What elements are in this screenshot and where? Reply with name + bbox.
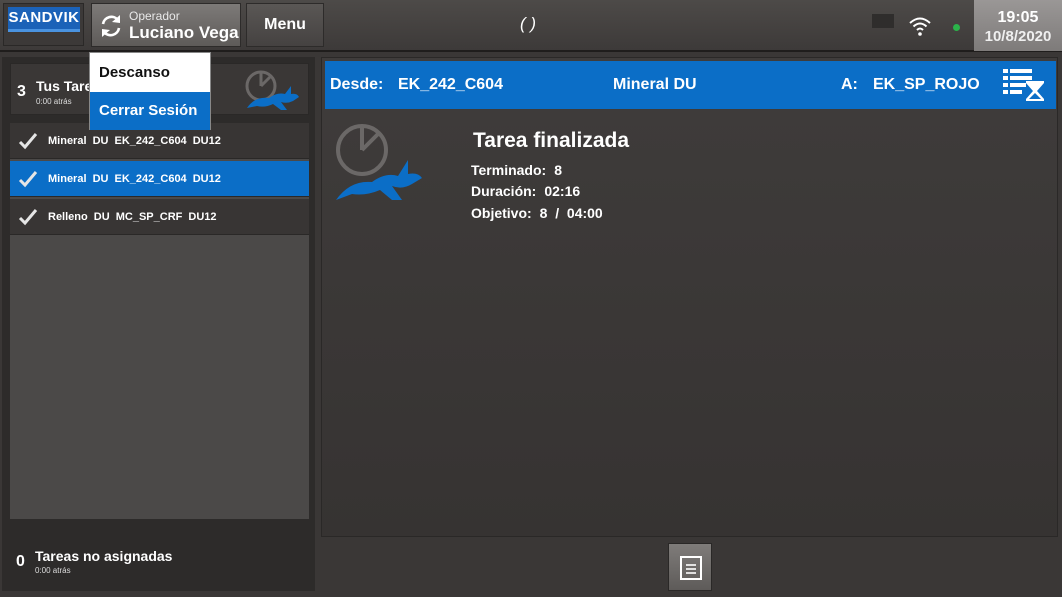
logo-text: SANDVIK <box>8 7 80 29</box>
unassigned-count: 0 <box>16 553 25 570</box>
duration-value: 02:16 <box>544 183 581 199</box>
top-bar: SANDVIK Operador Luciano Vega Menu ( ) 1… <box>0 0 1062 52</box>
notes-button[interactable] <box>668 543 712 591</box>
status-dot-icon <box>953 24 960 31</box>
finished-stat: Terminado: 8 <box>471 162 562 178</box>
task-detail-panel: Desde: EK_242_C604 Mineral DU A: EK_SP_R… <box>321 57 1058 537</box>
sandvik-logo: SANDVIK <box>3 3 84 46</box>
finished-label: Terminado: <box>471 162 547 178</box>
operator-button[interactable]: Operador Luciano Vega <box>91 3 241 47</box>
task-status-title: Tarea finalizada <box>473 129 630 152</box>
task-queue-icon[interactable] <box>1002 67 1046 103</box>
operator-name: Luciano Vega <box>129 23 239 42</box>
finished-value: 8 <box>554 162 562 178</box>
task-list: Mineral DU EK_242_C604 DU12 Mineral DU E… <box>10 123 309 519</box>
wifi-icon <box>909 17 931 36</box>
break-menu-item[interactable]: Descanso <box>90 54 210 92</box>
rabbit-speed-icon <box>336 124 422 200</box>
signal-indicator <box>872 14 894 28</box>
unassigned-subtitle: 0:00 atrás <box>35 566 71 575</box>
list-item[interactable]: Relleno DU MC_SP_CRF DU12 <box>10 199 309 235</box>
clock: 19:05 10/8/2020 <box>974 0 1062 51</box>
task-item-label: Relleno DU MC_SP_CRF DU12 <box>48 211 217 223</box>
goal-label: Objetivo: <box>471 205 532 221</box>
operator-dropdown: Descanso Cerrar Sesión <box>89 52 211 130</box>
goal-stat: Objetivo: 8 / 04:00 <box>471 205 603 221</box>
operator-label: Operador <box>129 9 180 23</box>
check-icon <box>18 209 38 226</box>
from-label: Desde: <box>330 76 384 93</box>
clock-time: 19:05 <box>997 9 1039 26</box>
to-label: A: <box>841 76 858 93</box>
rabbit-speed-icon <box>245 70 299 110</box>
task-item-label: Mineral DU EK_242_C604 DU12 <box>48 135 221 147</box>
refresh-icon <box>101 15 121 37</box>
duration-stat: Duración: 02:16 <box>471 183 580 199</box>
document-icon <box>680 556 702 580</box>
to-location: EK_SP_ROJO <box>873 76 980 93</box>
menu-button[interactable]: Menu <box>246 3 324 47</box>
from-location: EK_242_C604 <box>398 76 503 93</box>
tasks-count: 3 <box>17 83 26 100</box>
check-icon <box>18 133 38 150</box>
duration-label: Duración: <box>471 183 537 199</box>
material: Mineral DU <box>613 76 697 93</box>
unassigned-title: Tareas no asignadas <box>35 548 173 564</box>
tasks-subtitle: 0:00 atrás <box>36 97 72 106</box>
tasks-title: Tus Tare <box>36 78 93 94</box>
unassigned-tasks[interactable]: 0 Tareas no asignadas 0:00 atrás <box>10 535 309 585</box>
logout-menu-item[interactable]: Cerrar Sesión <box>90 92 210 130</box>
list-item[interactable]: Mineral DU EK_242_C604 DU12 <box>10 161 309 197</box>
goal-value: 8 / 04:00 <box>539 205 603 221</box>
clock-date: 10/8/2020 <box>984 28 1052 45</box>
logo-stripe <box>8 29 80 32</box>
task-sidebar: 3 Tus Tare 0:00 atrás Mineral DU EK_242_… <box>2 57 315 591</box>
check-icon <box>18 171 38 188</box>
task-item-label: Mineral DU EK_242_C604 DU12 <box>48 173 221 185</box>
status-text: ( ) <box>520 14 537 33</box>
route-bar: Desde: EK_242_C604 Mineral DU A: EK_SP_R… <box>325 61 1056 109</box>
